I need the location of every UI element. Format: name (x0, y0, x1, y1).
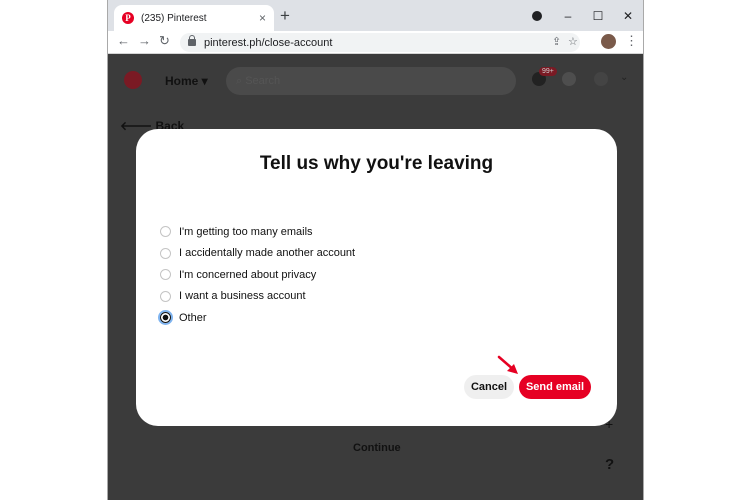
forward-icon[interactable]: → (138, 33, 151, 48)
tab-bar: P (235) Pinterest × + – ☐ ✕ (108, 0, 643, 31)
chevron-down-icon[interactable]: ⌄ (620, 72, 628, 83)
pinterest-logo-icon[interactable] (124, 71, 142, 89)
close-account-dialog: Tell us why you're leaving I'm getting t… (136, 129, 617, 426)
minimize-button[interactable]: – (553, 9, 583, 23)
search-icon: ⌕ (236, 74, 246, 87)
reason-option-other[interactable]: Other (160, 307, 355, 329)
share-icon[interactable]: ⇪ (552, 35, 561, 48)
reason-option-another-account[interactable]: I accidentally made another account (160, 243, 355, 265)
pinterest-header: Home ▾ ⌕ Search 99+ ⌄ (108, 54, 643, 108)
window-controls: – ☐ ✕ (553, 0, 643, 31)
help-icon[interactable]: ? (605, 456, 614, 473)
reason-option-business[interactable]: I want a business account (160, 286, 355, 308)
pinterest-page-overlay: Home ▾ ⌕ Search 99+ ⌄ 🡐 Back + Continue … (108, 54, 643, 500)
reason-option-privacy[interactable]: I'm concerned about privacy (160, 264, 355, 286)
radio-button[interactable] (160, 269, 171, 281)
radio-button[interactable] (160, 290, 171, 302)
new-tab-button[interactable]: + (280, 6, 290, 26)
tab-title: (235) Pinterest (141, 12, 207, 24)
back-icon[interactable]: ← (117, 33, 130, 48)
radio-button-selected[interactable] (160, 312, 171, 324)
reason-option-emails[interactable]: I'm getting too many emails (160, 221, 355, 243)
browser-window: P (235) Pinterest × + – ☐ ✕ ← → ↻ pinter… (107, 0, 644, 500)
chat-icon[interactable] (562, 72, 576, 86)
notification-badge: 99+ (539, 67, 557, 76)
avatar[interactable] (601, 34, 616, 49)
close-window-button[interactable]: ✕ (613, 9, 643, 23)
tab-pinterest[interactable]: P (235) Pinterest × (114, 5, 274, 31)
continue-button[interactable]: Continue (353, 442, 401, 454)
reason-options: I'm getting too many emails I accidental… (160, 221, 355, 329)
reason-label: I'm concerned about privacy (179, 268, 317, 281)
pinterest-favicon-icon: P (122, 12, 134, 24)
url-text: pinterest.ph/close-account (204, 36, 333, 49)
tab-close-icon[interactable]: × (259, 11, 266, 25)
reason-label: I'm getting too many emails (179, 225, 313, 238)
lock-icon (188, 35, 196, 46)
reason-label: Other (179, 311, 207, 324)
annotation-arrow-icon (497, 355, 518, 374)
address-bar[interactable]: pinterest.ph/close-account ⇪ ☆ (180, 33, 580, 52)
radio-button[interactable] (160, 226, 171, 238)
browser-toolbar: ← → ↻ pinterest.ph/close-account ⇪ ☆ ⋮ (108, 31, 643, 54)
reason-label: I want a business account (179, 290, 306, 303)
browser-profile-icon[interactable] (532, 11, 542, 21)
search-input[interactable]: ⌕ Search (226, 67, 516, 95)
browser-menu-icon[interactable]: ⋮ (625, 33, 638, 49)
search-placeholder: Search (245, 75, 281, 87)
send-email-button[interactable]: Send email (519, 375, 591, 399)
cancel-button[interactable]: Cancel (464, 375, 514, 399)
radio-button[interactable] (160, 247, 171, 259)
reason-label: I accidentally made another account (179, 247, 356, 260)
maximize-button[interactable]: ☐ (583, 9, 613, 23)
profile-icon[interactable] (594, 72, 608, 86)
dialog-title: Tell us why you're leaving (259, 153, 494, 174)
bookmark-star-icon[interactable]: ☆ (568, 35, 578, 48)
reload-icon[interactable]: ↻ (159, 33, 170, 49)
home-menu[interactable]: Home ▾ (165, 74, 208, 88)
